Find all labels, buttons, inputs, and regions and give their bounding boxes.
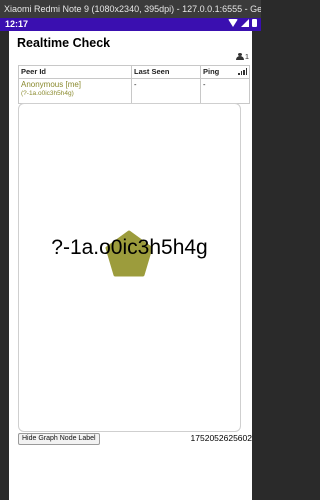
cell-signal-icon bbox=[241, 19, 249, 27]
header-ping-label: Ping bbox=[203, 67, 220, 76]
emulator-window-title: Xiaomi Redmi Note 9 (1080x2340, 395dpi) … bbox=[0, 0, 261, 18]
table-row[interactable]: Anonymous [me] (?-1a.o0ic3h5h4g) - - bbox=[18, 78, 250, 104]
users-icon bbox=[235, 53, 244, 60]
peer-id: (?-1a.o0ic3h5h4g) bbox=[21, 90, 74, 97]
signal-bars-icon bbox=[238, 68, 247, 75]
hide-graph-node-label-button[interactable]: Hide Graph Node Label bbox=[18, 433, 100, 445]
status-icons bbox=[228, 19, 257, 27]
peer-name: Anonymous [me] bbox=[21, 80, 82, 89]
peer-table: Peer Id Last Seen Ping Anonymous [me] (?… bbox=[18, 65, 250, 104]
status-time: 12:17 bbox=[5, 19, 29, 29]
last-seen-cell: - bbox=[131, 78, 201, 104]
peer-cell: Anonymous [me] (?-1a.o0ic3h5h4g) bbox=[18, 78, 132, 104]
graph-node-label: ?-1a.o0ic3h5h4g bbox=[51, 236, 208, 259]
battery-icon bbox=[252, 19, 257, 27]
wifi-icon bbox=[228, 19, 238, 27]
header-last-seen: Last Seen bbox=[131, 65, 201, 79]
peer-count-value: 1 bbox=[244, 52, 249, 61]
network-graph[interactable]: ?-1a.o0ic3h5h4g bbox=[18, 103, 241, 432]
page-title: Realtime Check bbox=[17, 36, 111, 50]
peer-count-badge: 1 bbox=[235, 52, 249, 61]
table-header-row: Peer Id Last Seen Ping bbox=[18, 65, 250, 79]
timestamp: 1752052625602 bbox=[190, 433, 252, 443]
header-ping: Ping bbox=[200, 65, 250, 79]
app-screen: Realtime Check 1 Peer Id Last Seen Ping bbox=[9, 31, 252, 500]
android-status-bar: 12:17 bbox=[0, 18, 261, 31]
header-peer-id: Peer Id bbox=[18, 65, 132, 79]
ping-cell: - bbox=[200, 78, 250, 104]
